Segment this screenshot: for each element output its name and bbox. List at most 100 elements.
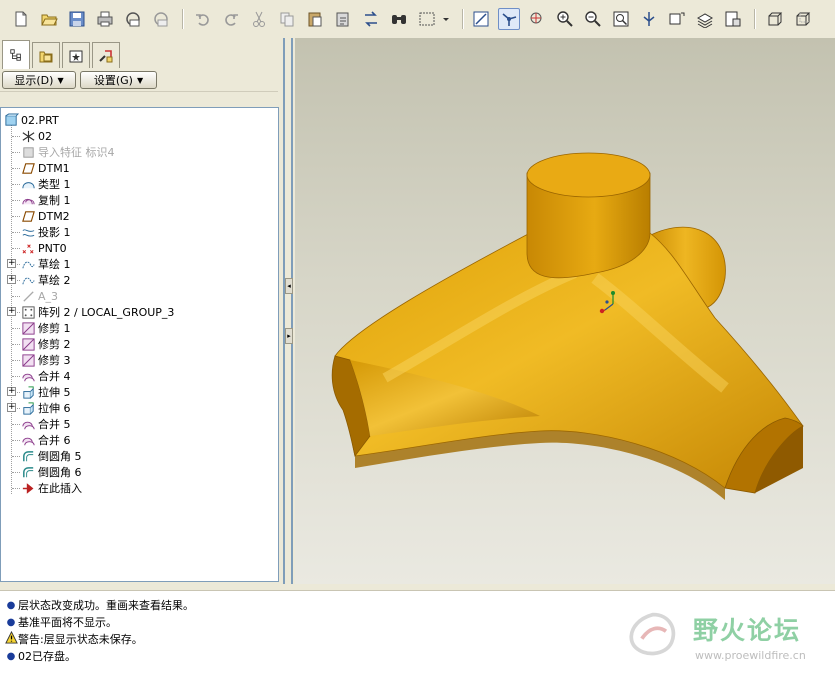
tree-item[interactable]: 阵列 2 / LOCAL_GROUP_3 [20, 304, 174, 320]
tree-item[interactable]: DTM2 [20, 208, 70, 224]
connections-icon [99, 49, 113, 62]
copy-icon[interactable] [276, 8, 298, 30]
settings-menu-button[interactable]: 设置(G) ▼ [80, 71, 157, 89]
datum-display-icon[interactable] [470, 8, 492, 30]
panel-splitter[interactable]: ◂ ▸ [283, 38, 295, 584]
redo-icon[interactable] [220, 8, 242, 30]
merge-icon [20, 416, 36, 432]
tree-item-label: 复制 1 [38, 194, 71, 207]
message-line: ● 层状态改变成功。重画来查看结果。 [4, 597, 194, 613]
info-bullet-icon: ● [6, 650, 16, 662]
zoom-out-icon[interactable] [582, 8, 604, 30]
paste-icon[interactable] [304, 8, 326, 30]
find-icon[interactable] [388, 8, 410, 30]
message-text: 层状态改变成功。重画来查看结果。 [18, 599, 194, 612]
part-model[interactable] [295, 38, 835, 584]
paste-special-icon[interactable] [332, 8, 354, 30]
favorites-tab[interactable] [62, 42, 90, 68]
watermark: 野火论坛 www.proewildfire.cn [625, 607, 835, 667]
tree-item[interactable]: 拉伸 5 [20, 384, 71, 400]
tree-item[interactable]: 02 [20, 128, 52, 144]
tree-item[interactable]: 在此插入 [20, 480, 82, 496]
sketch-icon [20, 256, 36, 272]
tree-item[interactable]: 合并 4 [20, 368, 71, 384]
tree-item-label: 类型 1 [38, 178, 71, 191]
tree-item-label: 投影 1 [38, 226, 71, 239]
tree-item[interactable]: 导入特征 标识4 [20, 144, 115, 160]
new-file-icon[interactable] [10, 8, 32, 30]
tree-item-label: 拉伸 6 [38, 402, 71, 415]
info-bullet-icon: ● [6, 599, 16, 611]
tree-item-label: 草绘 1 [38, 258, 71, 271]
merge-icon [20, 368, 36, 384]
tree-item[interactable]: 草绘 2 [20, 272, 71, 288]
reorient-icon[interactable] [638, 8, 660, 30]
expand-node-icon[interactable]: + [7, 259, 16, 268]
collapse-left-icon[interactable]: ◂ [285, 278, 293, 294]
expand-node-icon[interactable]: + [7, 307, 16, 316]
tree-item-label: DTM2 [38, 209, 70, 223]
chevron-down-icon: ▼ [57, 75, 64, 85]
spin-center-icon[interactable] [498, 8, 520, 30]
tree-item[interactable]: 倒圆角 5 [20, 448, 82, 464]
part-icon [3, 112, 19, 128]
send-icon[interactable] [150, 8, 172, 30]
csys-icon [20, 128, 36, 144]
print-icon[interactable] [94, 8, 116, 30]
expand-node-icon[interactable]: + [7, 387, 16, 396]
tree-item[interactable]: 拉伸 6 [20, 400, 71, 416]
tree-item[interactable]: PNT0 [20, 240, 67, 256]
datum-axis-icon [20, 288, 36, 304]
merge-icon [20, 432, 36, 448]
zoom-in-icon[interactable] [554, 8, 576, 30]
tree-item[interactable]: DTM1 [20, 160, 70, 176]
message-text: 基准平面将不显示。 [18, 616, 117, 629]
hidden-line-icon[interactable] [792, 8, 814, 30]
wireframe-icon[interactable] [764, 8, 786, 30]
tree-item[interactable]: 02.PRT [3, 112, 59, 128]
tree-item[interactable]: 修剪 3 [20, 352, 71, 368]
model-tree-tab[interactable] [2, 40, 30, 69]
orient-icon[interactable] [526, 8, 548, 30]
folder-browser-icon [39, 51, 53, 62]
tree-item-label: 导入特征 标识4 [38, 146, 115, 159]
tree-item[interactable]: 合并 5 [20, 416, 71, 432]
view-manager-icon[interactable] [722, 8, 744, 30]
trim-icon [20, 320, 36, 336]
open-folder-icon[interactable] [38, 8, 60, 30]
show-menu-button[interactable]: 显示(D) ▼ [2, 71, 76, 89]
tree-item[interactable]: 倒圆角 6 [20, 464, 82, 480]
dropdown-icon[interactable] [440, 8, 452, 30]
settings-menu-label: 设置(G) [93, 74, 133, 87]
email-icon[interactable] [122, 8, 144, 30]
watermark-brand: 野火论坛 [693, 616, 802, 645]
pattern-icon [20, 304, 36, 320]
tree-item-label: 02.PRT [21, 113, 59, 127]
tree-item[interactable]: 类型 1 [20, 176, 71, 192]
expand-right-icon[interactable]: ▸ [285, 328, 293, 344]
cut-icon[interactable] [248, 8, 270, 30]
chevron-down-icon: ▼ [136, 75, 144, 85]
tree-item[interactable]: 合并 6 [20, 432, 71, 448]
datum-point-icon [20, 240, 36, 256]
tree-item[interactable]: 修剪 1 [20, 320, 71, 336]
save-icon[interactable] [66, 8, 88, 30]
refit-icon[interactable] [610, 8, 632, 30]
tree-item[interactable]: 修剪 2 [20, 336, 71, 352]
saved-views-icon[interactable] [666, 8, 688, 30]
show-menu-label: 显示(D) [14, 74, 54, 87]
undo-icon[interactable] [192, 8, 214, 30]
graphics-viewport[interactable] [295, 38, 835, 584]
expand-node-icon[interactable]: + [7, 275, 16, 284]
tree-item[interactable]: 投影 1 [20, 224, 71, 240]
tree-item-label: 02 [38, 129, 52, 143]
tree-item[interactable]: 复制 1 [20, 192, 71, 208]
regenerate-icon[interactable] [360, 8, 382, 30]
connections-tab[interactable] [92, 42, 120, 68]
tree-item[interactable]: A_3 [20, 288, 58, 304]
layers-icon[interactable] [694, 8, 716, 30]
select-box-icon[interactable] [416, 8, 438, 30]
expand-node-icon[interactable]: + [7, 403, 16, 412]
tree-item[interactable]: 草绘 1 [20, 256, 71, 272]
folder-browser-tab[interactable] [32, 42, 60, 68]
